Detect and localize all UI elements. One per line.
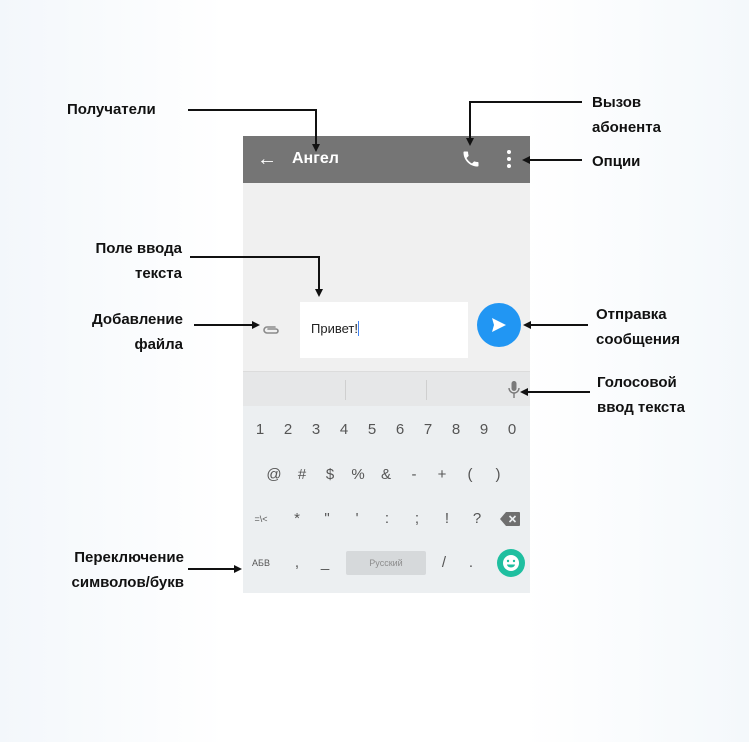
- arrow-recipients: [188, 109, 320, 152]
- label-switch-line1: Переключение: [74, 549, 184, 566]
- label-input-line2: текста: [134, 265, 182, 282]
- arrow-input-field: [190, 256, 323, 297]
- label-send-line2: сообщения: [596, 331, 680, 348]
- label-switch-line2: символов/букв: [71, 574, 185, 591]
- label-input-line1: Поле ввода: [95, 240, 182, 257]
- label-voice-line2: ввод текста: [597, 399, 685, 416]
- label-call-line2: абонента: [592, 119, 661, 136]
- label-send-line1: Отправка: [596, 306, 667, 323]
- label-options: Опции: [592, 153, 641, 170]
- label-voice-line1: Голосовой: [597, 374, 677, 391]
- label-call-line1: Вызов: [592, 94, 642, 111]
- arrow-call: [466, 101, 582, 146]
- label-attach-line2: файла: [134, 336, 183, 353]
- label-recipients: Получатели: [67, 101, 156, 118]
- label-attach-line1: Добавление: [92, 311, 183, 328]
